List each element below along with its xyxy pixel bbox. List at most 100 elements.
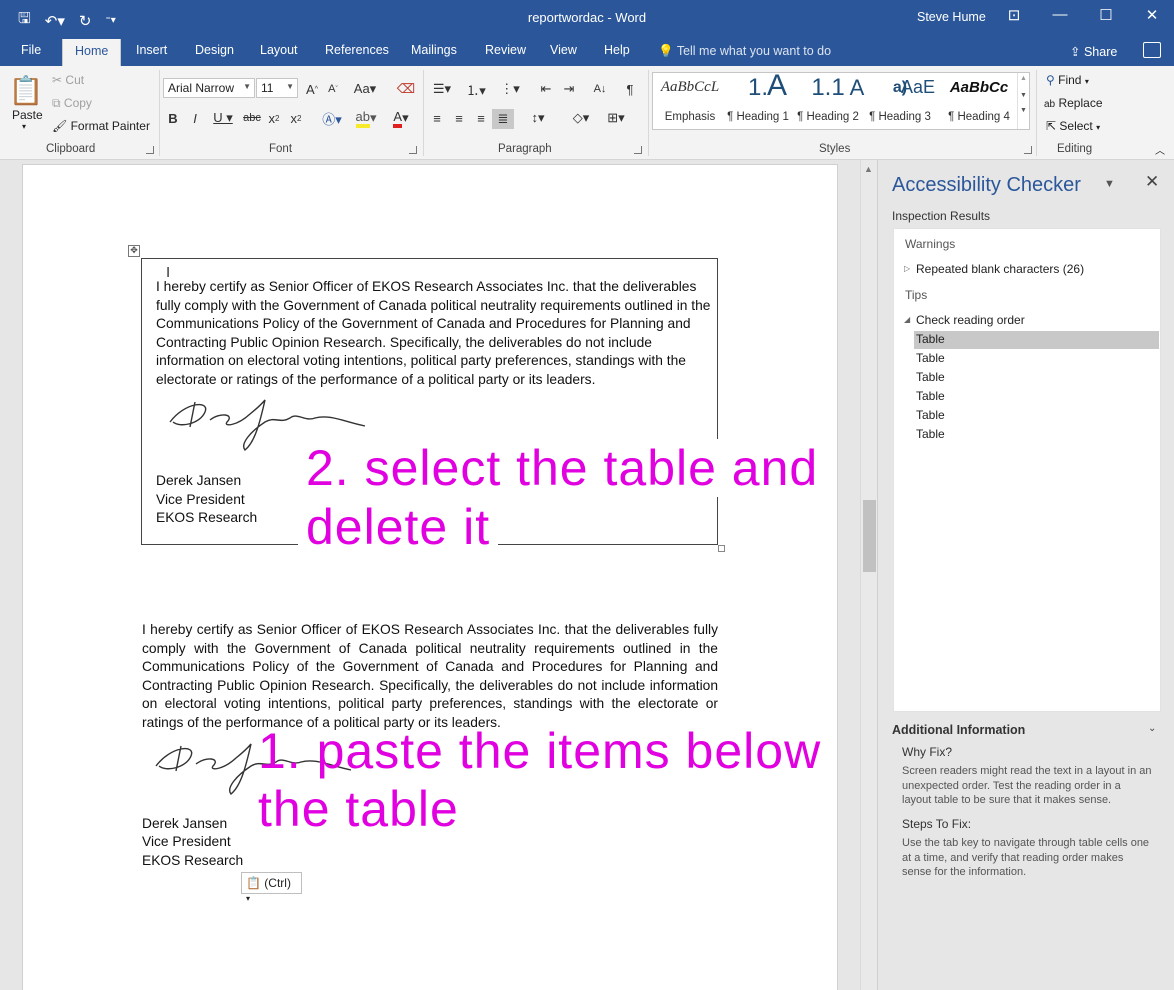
- collapse-icon[interactable]: ◢: [904, 315, 910, 324]
- annotation-step-1-line-2: the table: [258, 781, 459, 837]
- minimize-button[interactable]: —: [1048, 6, 1072, 28]
- scroll-up-icon[interactable]: ▲: [864, 164, 873, 174]
- tab-references[interactable]: References: [325, 43, 389, 57]
- tab-insert[interactable]: Insert: [136, 43, 167, 57]
- font-name-dropdown[interactable]: Arial Narrow ▼: [163, 78, 255, 98]
- tab-home[interactable]: Home: [62, 39, 122, 66]
- share-button[interactable]: ⇪ Share: [1070, 44, 1117, 59]
- scroll-down-icon[interactable]: ▼: [1018, 92, 1029, 99]
- style-subtitle-preview[interactable]: A: [847, 73, 867, 129]
- change-case-icon[interactable]: Aa▾: [352, 80, 378, 98]
- scroll-thumb[interactable]: [863, 500, 876, 572]
- strikethrough-icon[interactable]: abc: [242, 109, 262, 127]
- show-formatting-icon[interactable]: ¶: [620, 80, 640, 98]
- justify-icon[interactable]: ≣: [492, 109, 514, 129]
- styles-group-label: Styles: [819, 143, 851, 155]
- maximize-button[interactable]: ☐: [1094, 6, 1118, 28]
- tab-help[interactable]: Help: [604, 43, 630, 57]
- style-heading-preview[interactable]: AaE: [901, 73, 935, 129]
- highlight-color-icon[interactable]: ab ▾: [350, 109, 382, 128]
- format-painter-button[interactable]: 🖌 Format Painter: [52, 119, 150, 133]
- tips-header: Tips: [905, 288, 928, 302]
- style-emphasis[interactable]: AaBbCcL Emphasis: [655, 73, 725, 129]
- paste-icon[interactable]: 📋: [9, 72, 44, 108]
- signer-org: EKOS Research: [156, 510, 258, 525]
- tip-table-item[interactable]: Table: [916, 427, 945, 441]
- tip-item[interactable]: Check reading order: [916, 313, 1025, 327]
- increase-indent-icon[interactable]: ⇥: [559, 80, 579, 98]
- subscript-icon[interactable]: x2: [265, 109, 283, 127]
- tab-layout[interactable]: Layout: [260, 43, 298, 57]
- align-center-icon[interactable]: ≡: [450, 109, 468, 127]
- paragraph-launcher-icon[interactable]: [634, 146, 642, 154]
- tab-view[interactable]: View: [550, 43, 577, 57]
- scroll-up-icon[interactable]: ▲: [1018, 75, 1029, 82]
- pane-close-icon[interactable]: ✕: [1145, 172, 1159, 192]
- font-color-icon[interactable]: A ▾: [386, 109, 416, 128]
- paste-dropdown-icon[interactable]: ▾: [22, 122, 26, 131]
- select-button[interactable]: ⇱ Select ▾: [1046, 119, 1100, 133]
- borders-icon[interactable]: ⊞▾: [600, 109, 632, 127]
- replace-button[interactable]: ab Replace: [1044, 96, 1103, 110]
- paintbrush-icon: 🖌: [52, 119, 68, 133]
- additional-information-header[interactable]: Additional Information: [892, 723, 1025, 737]
- replace-icon: ab: [1044, 99, 1056, 110]
- cursor-icon: ⇱: [1046, 119, 1057, 133]
- tab-review[interactable]: Review: [485, 43, 526, 57]
- paste-button[interactable]: Paste: [12, 108, 43, 122]
- comments-icon[interactable]: [1143, 42, 1161, 58]
- expand-icon[interactable]: ▷: [904, 264, 910, 273]
- close-button[interactable]: ✕: [1140, 6, 1164, 28]
- clipboard-launcher-icon[interactable]: [146, 146, 154, 154]
- align-left-icon[interactable]: ≡: [428, 109, 446, 127]
- clear-formatting-icon[interactable]: ⌫: [396, 80, 416, 98]
- warning-item[interactable]: Repeated blank characters (26): [916, 262, 1084, 276]
- styles-scroll[interactable]: ▲ ▼ ▼: [1017, 73, 1029, 129]
- italic-icon[interactable]: I: [186, 109, 204, 127]
- tip-table-item[interactable]: Table: [916, 370, 945, 384]
- tip-table-item[interactable]: Table: [916, 408, 945, 422]
- shrink-font-icon[interactable]: Aˇ: [324, 80, 342, 98]
- superscript-icon[interactable]: x2: [287, 109, 305, 127]
- text-effects-icon[interactable]: Ⓐ▾: [318, 109, 346, 127]
- tab-mailings[interactable]: Mailings: [411, 43, 457, 57]
- tip-table-item[interactable]: Table: [914, 331, 1159, 349]
- multilevel-list-icon[interactable]: ⋮▾: [496, 80, 524, 98]
- ribbon-display-options-icon[interactable]: ⊡: [1002, 6, 1026, 28]
- underline-icon[interactable]: U ▾: [208, 109, 238, 127]
- bullets-icon[interactable]: ☰▾: [428, 80, 456, 98]
- style-heading-4[interactable]: AaBbCc ¶ Heading 4: [943, 73, 1015, 129]
- decrease-indent-icon[interactable]: ⇤: [536, 80, 556, 98]
- paste-options-button[interactable]: 📋 (Ctrl) ▾: [241, 872, 302, 903]
- tip-table-item[interactable]: Table: [916, 389, 945, 403]
- tell-me-search[interactable]: 💡 Tell me what you want to do: [658, 44, 831, 59]
- collapse-ribbon-icon[interactable]: ︿: [1155, 142, 1165, 157]
- cut-button[interactable]: ✂ Cut: [52, 73, 84, 87]
- style-title-preview[interactable]: A: [759, 69, 795, 129]
- table-resize-handle[interactable]: [718, 545, 725, 552]
- table-move-handle[interactable]: ✥: [128, 245, 140, 257]
- grow-font-icon[interactable]: A ^: [303, 80, 321, 98]
- copy-button[interactable]: ⧉ Copy: [52, 96, 92, 111]
- font-launcher-icon[interactable]: [409, 146, 417, 154]
- line-spacing-icon[interactable]: ↕▾: [524, 109, 552, 127]
- shading-icon[interactable]: ◇▾: [566, 109, 596, 127]
- numbering-icon[interactable]: ⒈▾: [462, 80, 490, 98]
- pane-options-icon[interactable]: ▼: [1104, 178, 1115, 190]
- font-size-dropdown[interactable]: 11 ▼: [256, 78, 298, 98]
- styles-launcher-icon[interactable]: [1024, 146, 1032, 154]
- bold-icon[interactable]: B: [164, 109, 182, 127]
- align-right-icon[interactable]: ≡: [472, 109, 490, 127]
- tab-file[interactable]: File: [21, 43, 41, 57]
- find-button[interactable]: ⚲ Find ▾: [1046, 73, 1089, 87]
- tab-design[interactable]: Design: [195, 43, 234, 57]
- more-styles-icon[interactable]: ▼: [1018, 107, 1029, 114]
- chevron-down-icon[interactable]: ⌄: [1148, 723, 1156, 734]
- accessibility-checker-pane: Accessibility Checker ▼ ✕ Inspection Res…: [877, 160, 1174, 990]
- pasted-signer-title: Vice President: [142, 834, 231, 849]
- user-name[interactable]: Steve Hume: [917, 10, 986, 24]
- title-bar: 🖫 ↶▾ ↻ ⁼▾ reportwordac - Word Steve Hume…: [0, 0, 1174, 36]
- vertical-scrollbar[interactable]: ▲: [860, 160, 877, 990]
- tip-table-item[interactable]: Table: [916, 351, 945, 365]
- sort-icon[interactable]: A↓: [590, 80, 610, 98]
